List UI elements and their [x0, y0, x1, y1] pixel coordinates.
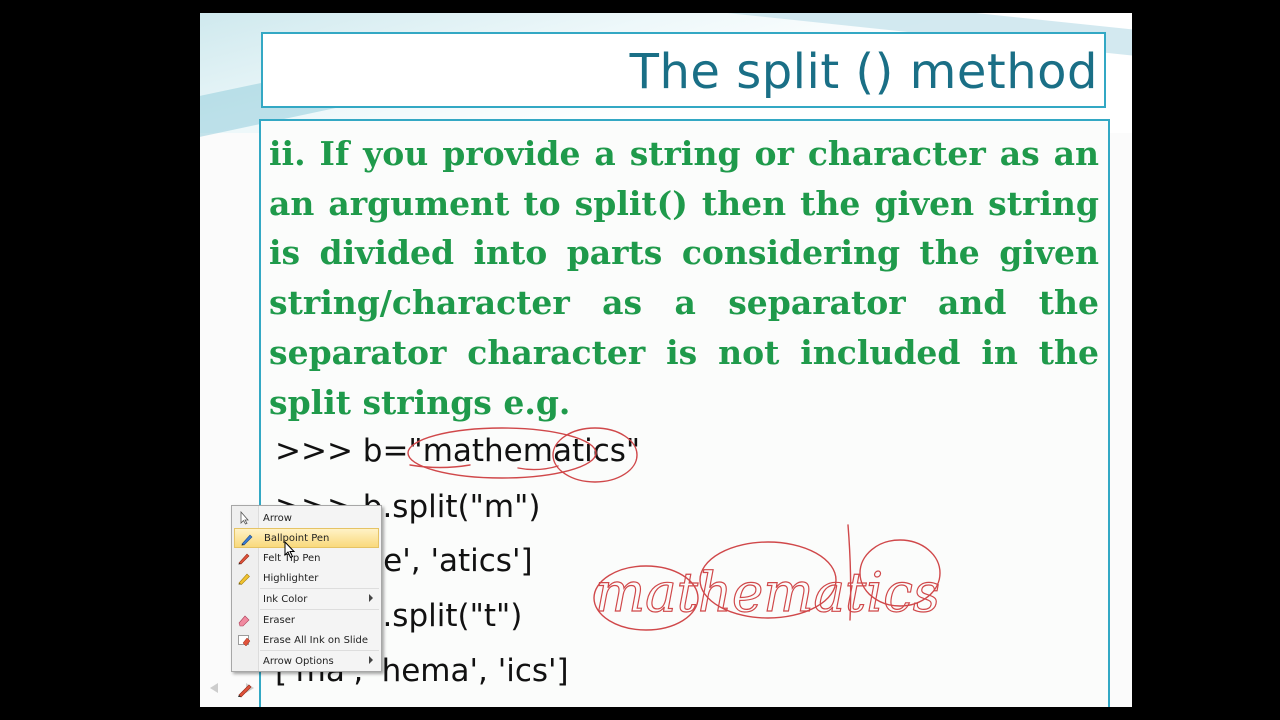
menu-item-label: Arrow Options	[263, 655, 334, 667]
menu-item-felt-tip-pen[interactable]: Felt Tip Pen	[232, 548, 381, 568]
menu-item-ballpoint-pen[interactable]: Ballpoint Pen	[234, 528, 379, 548]
code-line-1: >>> b="mathematics"	[275, 433, 641, 469]
felt-tip-pen-icon	[238, 553, 250, 565]
menu-item-arrow-options[interactable]: Arrow Options	[232, 651, 381, 671]
ballpoint-pen-icon	[241, 534, 253, 546]
pen-tool-icon[interactable]	[236, 680, 254, 698]
submenu-arrow-icon	[369, 594, 373, 602]
menu-item-erase-all-ink[interactable]: Erase All Ink on Slide	[232, 630, 381, 650]
menu-item-label: Arrow	[263, 512, 292, 524]
title-placeholder: The split () method	[261, 32, 1106, 108]
content-placeholder: ii. If you provide a string or character…	[259, 119, 1110, 707]
menu-item-eraser[interactable]: Eraser	[232, 610, 381, 630]
highlighter-icon	[238, 573, 250, 585]
menu-item-highlighter[interactable]: Highlighter	[232, 568, 381, 588]
menu-item-label: Highlighter	[263, 572, 319, 584]
menu-item-label: Eraser	[263, 614, 296, 626]
submenu-arrow-icon	[369, 656, 373, 664]
arrow-pointer-icon	[240, 511, 249, 525]
menu-item-label: Ballpoint Pen	[264, 532, 330, 544]
erase-all-ink-icon	[238, 635, 251, 647]
pointer-options-menu[interactable]: Arrow Ballpoint Pen Felt Tip Pen Highlig…	[231, 505, 382, 672]
menu-item-label: Erase All Ink on Slide	[263, 634, 368, 646]
menu-item-arrow[interactable]: Arrow	[232, 508, 381, 528]
slide-title: The split () method	[629, 44, 1098, 100]
slide-paragraph: ii. If you provide a string or character…	[269, 134, 1099, 422]
eraser-icon	[238, 615, 250, 627]
mouse-cursor-icon	[284, 541, 296, 559]
menu-item-label: Ink Color	[263, 593, 308, 605]
menu-item-ink-color[interactable]: Ink Color	[232, 589, 381, 609]
